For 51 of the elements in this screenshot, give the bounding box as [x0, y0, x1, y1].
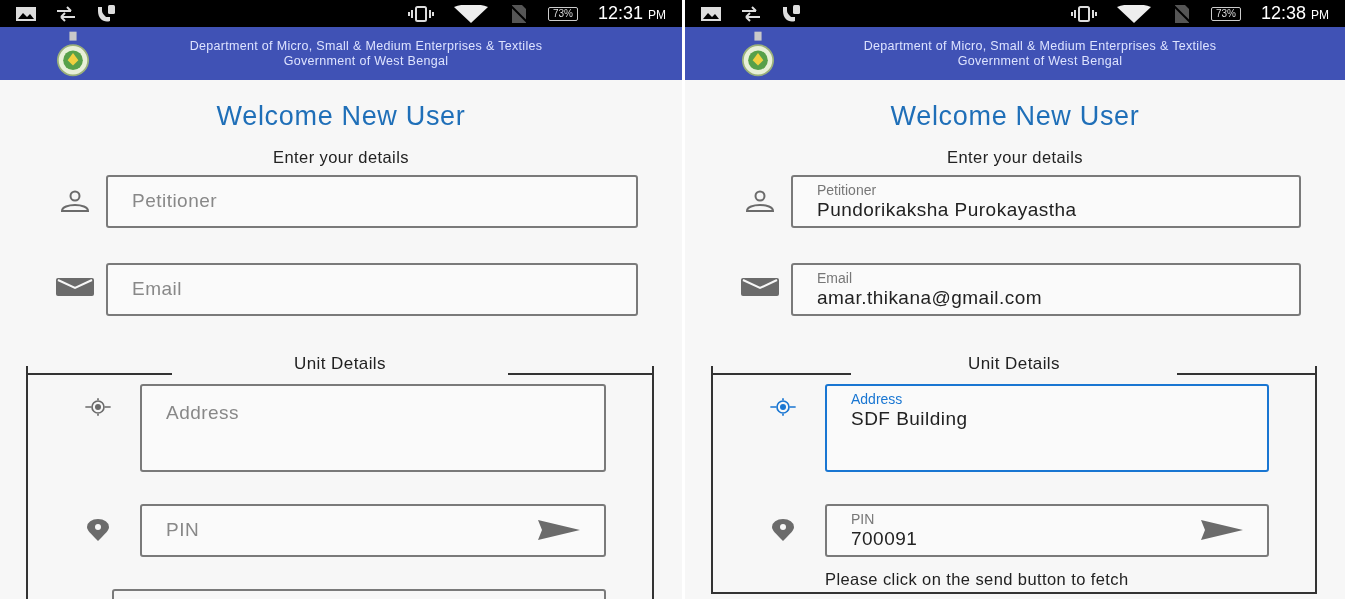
subtitle: Enter your details	[947, 147, 1083, 168]
government-name: Government of West Bengal	[957, 53, 1123, 69]
department-name: Department of Micro, Small & Medium Enterprises & Textiles	[863, 38, 1217, 54]
phone-alert-icon	[781, 4, 801, 23]
clock-meridiem: PM	[1311, 7, 1329, 22]
floating-label: Address	[851, 390, 904, 407]
wifi-icon	[453, 4, 488, 23]
address-field[interactable]: Address SDF Building	[825, 383, 1269, 472]
wifi-icon	[1116, 4, 1151, 23]
battery-indicator: 73%	[547, 6, 578, 21]
section-legend: Unit Details	[171, 353, 509, 374]
arrows-icon	[56, 5, 76, 22]
floating-label: Petitioner	[817, 181, 878, 198]
input-field[interactable]: Email amar.thikana@gmail.com	[791, 262, 1301, 316]
phone-alert-icon	[96, 4, 116, 23]
vibrate-icon	[1070, 5, 1097, 22]
mail-icon	[741, 277, 779, 296]
placeholder-text: Address	[166, 400, 240, 425]
placeholder-text: Email	[132, 277, 182, 301]
floating-label: Email	[817, 269, 853, 286]
input-field[interactable]: PIN 700091	[825, 503, 1269, 557]
department-name: Department of Micro, Small & Medium Enterprises & Textiles	[189, 38, 543, 54]
welcome-title: Welcome New User	[216, 100, 466, 132]
field-value: 700091	[851, 526, 918, 551]
map-pin-icon	[770, 518, 796, 541]
image-icon	[16, 6, 36, 21]
mail-icon	[56, 277, 94, 296]
clock-time: 12:38	[1260, 2, 1306, 23]
field-value: SDF Building	[851, 406, 968, 431]
input-field[interactable]: Petitioner Pundorikaksha Purokayastha	[791, 174, 1301, 228]
arrows-icon	[741, 5, 761, 22]
person-icon	[745, 189, 775, 212]
field-value: amar.thikana@gmail.com	[817, 285, 1043, 310]
send-icon[interactable]	[1201, 520, 1243, 541]
placeholder-text: PIN	[166, 518, 200, 542]
welcome-title: Welcome New User	[890, 100, 1140, 132]
field-value: Pundorikaksha Purokayastha	[817, 197, 1077, 222]
battery-indicator: 73%	[1210, 6, 1241, 21]
send-icon[interactable]	[538, 520, 580, 541]
subtitle: Enter your details	[273, 147, 409, 168]
section-legend: Unit Details	[851, 353, 1177, 374]
person-icon	[60, 189, 90, 212]
clock-meridiem: PM	[648, 7, 666, 22]
vibrate-icon	[407, 5, 434, 22]
clock-time: 12:31	[597, 2, 643, 23]
floating-label: PIN	[851, 510, 876, 527]
map-pin-icon	[85, 518, 111, 541]
government-name: Government of West Bengal	[283, 53, 449, 69]
placeholder-text: Petitioner	[132, 189, 218, 213]
helper-text: Please click on the send button to fetch	[825, 568, 1129, 590]
image-icon	[701, 6, 721, 21]
